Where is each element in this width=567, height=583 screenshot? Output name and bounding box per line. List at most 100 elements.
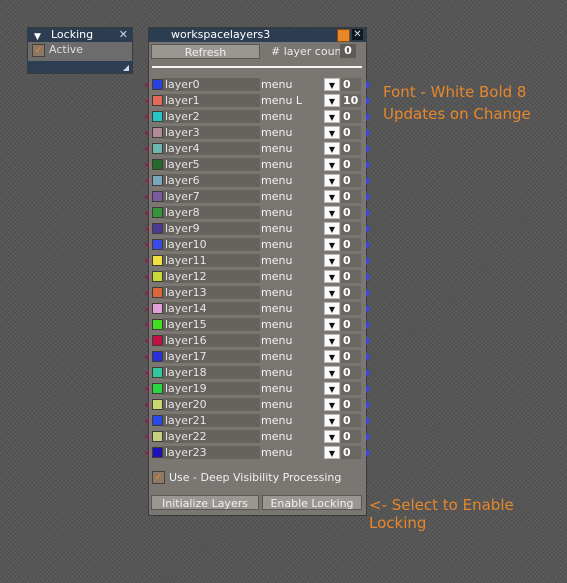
layer-name-field[interactable]: layer8 — [163, 206, 260, 219]
layer-name-field[interactable]: layer18 — [163, 366, 260, 379]
layer-color-swatch[interactable] — [152, 367, 163, 378]
refresh-button[interactable]: Refresh — [151, 44, 260, 59]
input-port-icon[interactable] — [145, 449, 149, 457]
chevron-down-icon[interactable]: ▼ — [324, 126, 340, 139]
layer-color-swatch[interactable] — [152, 287, 163, 298]
chevron-down-icon[interactable]: ▼ — [324, 318, 340, 331]
chevron-down-icon[interactable]: ▼ — [324, 302, 340, 315]
deep-visibility-checkbox[interactable]: ✓ — [152, 471, 165, 484]
layer-value-field[interactable]: 0 — [341, 382, 361, 395]
input-port-icon[interactable] — [145, 257, 149, 265]
locking-node-header[interactable]: ▼ Locking ✕ — [28, 28, 132, 42]
chevron-down-icon[interactable]: ▼ — [324, 366, 340, 379]
output-port-icon[interactable] — [366, 209, 371, 217]
chevron-down-icon[interactable]: ▼ — [324, 94, 340, 107]
layer-color-swatch[interactable] — [152, 303, 163, 314]
output-port-icon[interactable] — [366, 353, 371, 361]
input-port-icon[interactable] — [145, 289, 149, 297]
layer-color-swatch[interactable] — [152, 383, 163, 394]
layer-value-field[interactable]: 0 — [341, 446, 361, 459]
chevron-down-icon[interactable]: ▼ — [324, 142, 340, 155]
output-port-icon[interactable] — [366, 113, 371, 121]
layer-name-field[interactable]: layer19 — [163, 382, 260, 395]
layer-color-swatch[interactable] — [152, 271, 163, 282]
layer-name-field[interactable]: layer16 — [163, 334, 260, 347]
chevron-down-icon[interactable]: ▼ — [324, 110, 340, 123]
input-port-icon[interactable] — [145, 305, 149, 313]
chevron-down-icon[interactable]: ▼ — [324, 254, 340, 267]
output-port-icon[interactable] — [366, 401, 371, 409]
layer-color-swatch[interactable] — [152, 223, 163, 234]
layer-value-field[interactable]: 0 — [341, 238, 361, 251]
layer-color-swatch[interactable] — [152, 255, 163, 266]
input-port-icon[interactable] — [145, 241, 149, 249]
close-icon[interactable]: ✕ — [119, 28, 128, 42]
chevron-down-icon[interactable]: ▼ — [324, 382, 340, 395]
layer-value-field[interactable]: 0 — [341, 142, 361, 155]
input-port-icon[interactable] — [145, 145, 149, 153]
output-port-icon[interactable] — [366, 177, 371, 185]
layer-color-swatch[interactable] — [152, 415, 163, 426]
output-port-icon[interactable] — [366, 385, 371, 393]
input-port-icon[interactable] — [145, 417, 149, 425]
active-checkbox[interactable]: ✓ — [32, 44, 45, 57]
output-port-icon[interactable] — [366, 81, 371, 89]
layer-color-swatch[interactable] — [152, 431, 163, 442]
layer-value-field[interactable]: 0 — [341, 206, 361, 219]
chevron-down-icon[interactable]: ▼ — [324, 270, 340, 283]
layer-color-swatch[interactable] — [152, 351, 163, 362]
layer-value-field[interactable]: 0 — [341, 302, 361, 315]
resize-grip-icon[interactable]: ◢ — [123, 63, 129, 72]
input-port-icon[interactable] — [145, 225, 149, 233]
close-icon[interactable]: ✕ — [352, 29, 363, 40]
input-port-icon[interactable] — [145, 161, 149, 169]
layer-name-field[interactable]: layer23 — [163, 446, 260, 459]
output-port-icon[interactable] — [366, 305, 371, 313]
layer-name-field[interactable]: layer17 — [163, 350, 260, 363]
layer-name-field[interactable]: layer15 — [163, 318, 260, 331]
output-port-icon[interactable] — [366, 337, 371, 345]
layer-name-field[interactable]: layer0 — [163, 78, 260, 91]
layer-name-field[interactable]: layer11 — [163, 254, 260, 267]
chevron-down-icon[interactable]: ▼ — [324, 286, 340, 299]
layer-value-field[interactable]: 0 — [341, 174, 361, 187]
output-port-icon[interactable] — [366, 161, 371, 169]
layer-color-swatch[interactable] — [152, 127, 163, 138]
output-port-icon[interactable] — [366, 145, 371, 153]
layer-name-field[interactable]: layer6 — [163, 174, 260, 187]
enable-locking-button[interactable]: Enable Locking — [262, 495, 362, 510]
layer-value-field[interactable]: 0 — [341, 414, 361, 427]
output-port-icon[interactable] — [366, 273, 371, 281]
layer-name-field[interactable]: layer21 — [163, 414, 260, 427]
panel-header[interactable]: workspacelayers3 ✕ — [149, 28, 366, 42]
initialize-layers-button[interactable]: Initialize Layers — [151, 495, 259, 510]
input-port-icon[interactable] — [145, 97, 149, 105]
layer-name-field[interactable]: layer13 — [163, 286, 260, 299]
chevron-down-icon[interactable]: ▼ — [324, 158, 340, 171]
chevron-down-icon[interactable]: ▼ — [324, 398, 340, 411]
layer-color-swatch[interactable] — [152, 95, 163, 106]
chevron-down-icon[interactable]: ▼ — [324, 446, 340, 459]
input-port-icon[interactable] — [145, 353, 149, 361]
layer-value-field[interactable]: 0 — [341, 270, 361, 283]
layer-color-swatch[interactable] — [152, 239, 163, 250]
layer-name-field[interactable]: layer20 — [163, 398, 260, 411]
layer-value-field[interactable]: 0 — [341, 334, 361, 347]
layer-value-field[interactable]: 0 — [341, 110, 361, 123]
layer-name-field[interactable]: layer10 — [163, 238, 260, 251]
chevron-down-icon[interactable]: ▼ — [324, 334, 340, 347]
input-port-icon[interactable] — [145, 129, 149, 137]
layer-name-field[interactable]: layer3 — [163, 126, 260, 139]
layer-name-field[interactable]: layer12 — [163, 270, 260, 283]
chevron-down-icon[interactable]: ▼ — [324, 414, 340, 427]
chevron-down-icon[interactable]: ▼ — [324, 190, 340, 203]
output-port-icon[interactable] — [366, 257, 371, 265]
chevron-down-icon[interactable]: ▼ — [324, 174, 340, 187]
chevron-down-icon[interactable]: ▼ — [324, 206, 340, 219]
chevron-down-icon[interactable]: ▼ — [324, 430, 340, 443]
chevron-down-icon[interactable]: ▼ — [324, 78, 340, 91]
chevron-down-icon[interactable]: ▼ — [324, 222, 340, 235]
chevron-down-icon[interactable]: ▼ — [324, 238, 340, 251]
input-port-icon[interactable] — [145, 401, 149, 409]
output-port-icon[interactable] — [366, 289, 371, 297]
